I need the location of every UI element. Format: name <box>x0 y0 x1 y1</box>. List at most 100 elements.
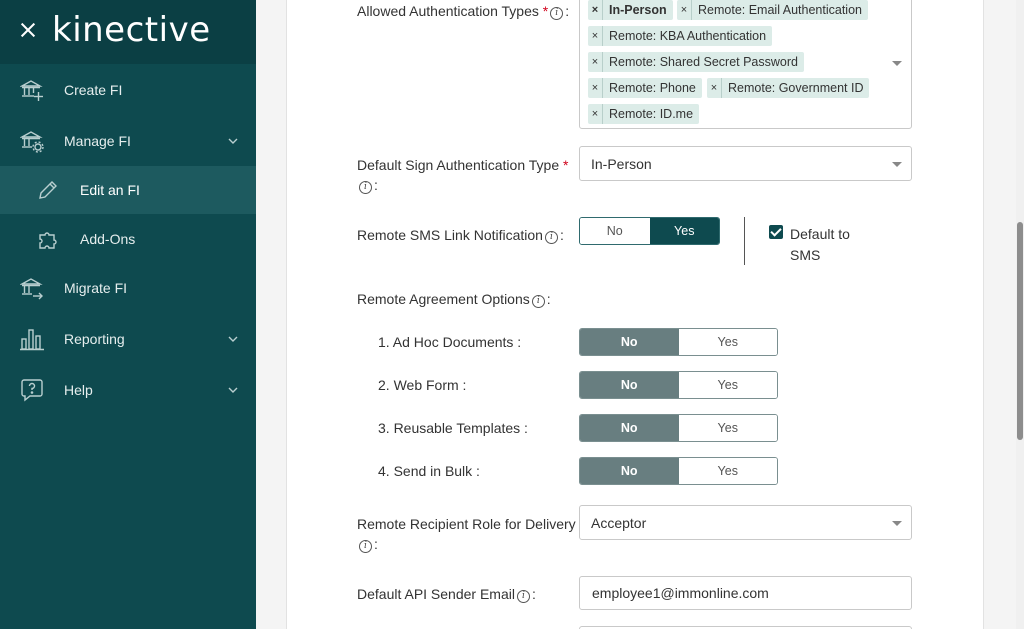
remote-sms-label-text: Remote SMS Link Notification <box>357 227 543 243</box>
auth-tag: × Remote: ID.me <box>588 104 700 124</box>
puzzle-icon <box>39 232 57 249</box>
bar-chart-icon <box>20 329 44 351</box>
api-sender-email-label-text: Default API Sender Email <box>357 586 515 602</box>
toggle-yes[interactable]: Yes <box>678 458 777 484</box>
tag-label: Remote: Email Authentication <box>698 3 862 17</box>
recipient-role-label: Remote Recipient Role for Delivery i: <box>357 516 576 553</box>
tag-label: Remote: ID.me <box>609 107 694 121</box>
sidebar-item-manage-fi[interactable]: Manage FI <box>0 116 256 166</box>
send-in-bulk-label: 4. Send in Bulk : <box>378 463 480 479</box>
chevron-down-icon[interactable] <box>228 136 238 146</box>
ad-hoc-toggle[interactable]: No Yes <box>579 328 778 356</box>
toggle-yes[interactable]: Yes <box>678 329 777 355</box>
info-icon[interactable]: i <box>359 540 372 553</box>
brand-bar: kinective <box>0 0 256 64</box>
ad-hoc-label: 1. Ad Hoc Documents : <box>378 334 522 350</box>
sidebar: kinective Create FI Manage FI Edit an FI <box>0 0 256 629</box>
reusable-templates-label: 3. Reusable Templates : <box>378 420 528 436</box>
chevron-down-icon[interactable] <box>892 61 902 66</box>
chevron-down-icon[interactable] <box>228 385 238 395</box>
remote-agreement-label: Remote Agreement Options i: <box>357 291 551 308</box>
default-to-sms-line2: SMS <box>790 247 821 263</box>
default-to-sms-label: Default to SMS <box>790 224 850 266</box>
main-content: Allowed Authentication Types * i: × In-Per… <box>256 0 1024 629</box>
sidebar-item-help[interactable]: Help <box>0 365 256 415</box>
web-form-toggle[interactable]: No Yes <box>579 371 778 399</box>
toggle-no[interactable]: No <box>580 415 679 441</box>
auth-tag: × Remote: Phone <box>588 78 702 98</box>
default-to-sms-checkbox[interactable] <box>769 225 783 239</box>
tag-label: Remote: Shared Secret Password <box>609 55 798 69</box>
remove-tag-icon[interactable]: × <box>588 0 603 20</box>
sidebar-item-create-fi[interactable]: Create FI <box>0 65 256 115</box>
recipient-role-select[interactable]: Acceptor <box>579 505 912 540</box>
sidebar-item-label: Create FI <box>64 82 123 98</box>
remove-tag-icon[interactable]: × <box>588 104 603 124</box>
auth-tag: × Remote: Email Authentication <box>677 0 868 20</box>
auth-tag: × Remote: Shared Secret Password <box>588 52 804 72</box>
remove-tag-icon[interactable]: × <box>588 78 603 98</box>
required-marker: * <box>563 157 569 173</box>
auth-tag: × Remote: Government ID <box>707 78 870 98</box>
sidebar-item-label: Reporting <box>64 331 125 347</box>
send-in-bulk-toggle[interactable]: No Yes <box>579 457 778 485</box>
tag-label: In-Person <box>609 3 667 17</box>
kinective-logo: kinective <box>52 10 211 50</box>
remove-tag-icon[interactable]: × <box>707 78 722 98</box>
reusable-templates-toggle[interactable]: No Yes <box>579 414 778 442</box>
pencil-icon <box>39 181 57 199</box>
tag-label: Remote: Government ID <box>728 81 864 95</box>
sidebar-item-label: Migrate FI <box>64 280 128 296</box>
recipient-role-label-text: Remote Recipient Role for Delivery <box>357 516 576 532</box>
help-bubble-icon <box>21 379 43 402</box>
remote-sms-toggle[interactable]: No Yes <box>579 217 720 245</box>
info-icon[interactable]: i <box>531 295 545 308</box>
default-sign-auth-select[interactable]: In-Person <box>579 146 912 181</box>
divider <box>744 217 745 265</box>
sidebar-item-add-ons[interactable]: Add-Ons <box>0 214 256 264</box>
toggle-yes[interactable]: Yes <box>678 415 777 441</box>
toggle-yes[interactable]: Yes <box>678 372 777 398</box>
toggle-no[interactable]: No <box>580 372 679 398</box>
remote-agreement-label-text: Remote Agreement Options <box>357 291 530 307</box>
sidebar-item-label: Edit an FI <box>80 182 140 198</box>
api-sender-email-input[interactable]: employee1@immonline.com <box>579 576 912 610</box>
default-sign-auth-label: Default Sign Authentication Type * i: <box>357 157 569 194</box>
web-form-label: 2. Web Form : <box>378 377 467 393</box>
sidebar-item-label: Help <box>64 382 93 398</box>
toggle-no[interactable]: No <box>580 218 650 244</box>
info-icon[interactable]: i <box>359 181 372 194</box>
chevron-down-icon[interactable] <box>892 162 902 167</box>
remote-sms-label: Remote SMS Link Notification i: <box>357 227 564 244</box>
info-icon[interactable]: i <box>550 7 564 20</box>
toggle-no[interactable]: No <box>580 458 679 484</box>
auth-tag: × Remote: KBA Authentication <box>588 26 773 46</box>
info-icon[interactable]: i <box>516 590 530 603</box>
allowed-auth-label-text: Allowed Authentication Types <box>357 3 539 19</box>
allowed-auth-multiselect[interactable]: × In-Person × Remote: Email Authentication… <box>579 0 912 129</box>
api-sender-email-label: Default API Sender Email i: <box>357 586 536 603</box>
info-icon[interactable]: i <box>544 231 558 244</box>
remove-tag-icon[interactable]: × <box>677 0 692 20</box>
bank-arrow-icon <box>20 278 43 300</box>
remove-tag-icon[interactable]: × <box>588 26 603 46</box>
toggle-no[interactable]: No <box>580 329 679 355</box>
scrollbar[interactable] <box>1016 0 1024 629</box>
remove-tag-icon[interactable]: × <box>588 52 603 72</box>
sidebar-item-edit-fi[interactable]: Edit an FI <box>0 166 256 214</box>
chevron-down-icon[interactable] <box>228 334 238 344</box>
allowed-auth-label: Allowed Authentication Types * i: <box>357 3 570 20</box>
scrollbar-thumb[interactable] <box>1017 222 1023 440</box>
sidebar-item-label: Add-Ons <box>80 231 136 247</box>
close-icon[interactable] <box>18 20 38 40</box>
select-value: Acceptor <box>591 515 647 531</box>
tag-label: Remote: KBA Authentication <box>609 29 767 43</box>
sidebar-item-label: Manage FI <box>64 133 131 149</box>
chevron-down-icon[interactable] <box>892 521 902 526</box>
sidebar-item-reporting[interactable]: Reporting <box>0 314 256 364</box>
toggle-yes[interactable]: Yes <box>649 218 719 244</box>
bank-plus-icon <box>20 80 43 101</box>
bank-gear-icon <box>20 131 44 153</box>
sidebar-item-migrate-fi[interactable]: Migrate FI <box>0 263 256 313</box>
select-value: In-Person <box>591 156 652 172</box>
